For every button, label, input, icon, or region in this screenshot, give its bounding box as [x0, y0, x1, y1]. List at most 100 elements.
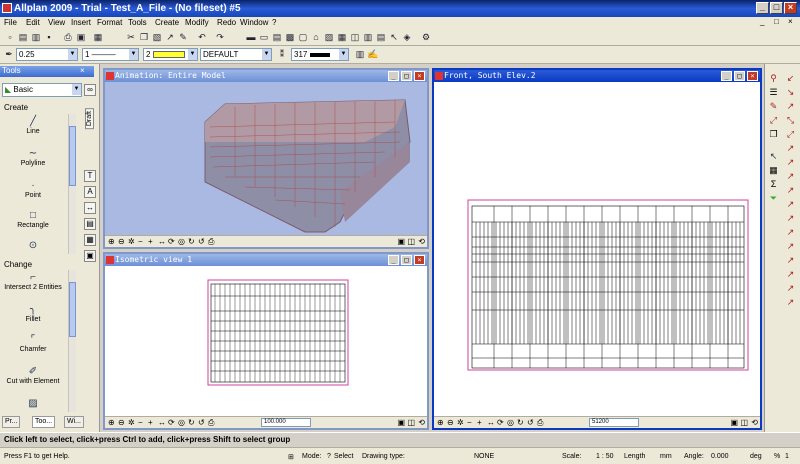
view-icon[interactable]: ▦: [336, 31, 348, 43]
zoom-icon[interactable]: ⊕: [437, 418, 444, 427]
maximize-button[interactable]: □: [770, 2, 783, 14]
tool-cut-with-element[interactable]: ✐ Cut with Element: [2, 366, 64, 385]
tool-split[interactable]: ▨: [2, 398, 64, 410]
open-file-icon[interactable]: ▤: [17, 31, 29, 43]
maximize-button[interactable]: □: [401, 71, 412, 81]
change-scrollbar[interactable]: [68, 270, 76, 412]
view-type-icon[interactable]: ▣: [397, 237, 405, 246]
format-brush-icon[interactable]: ✍: [367, 48, 379, 60]
print-preview-icon[interactable]: ▣: [75, 31, 87, 43]
line-type-select[interactable]: 1 ——— ▼: [82, 48, 139, 61]
match-props-icon[interactable]: ↗: [784, 240, 797, 253]
pan-icon[interactable]: ↔: [158, 418, 166, 427]
maximize-button[interactable]: □: [734, 71, 745, 81]
tab-tools[interactable]: Too...: [32, 416, 56, 428]
prev-view-icon[interactable]: ◎: [507, 418, 514, 427]
mirror-icon[interactable]: ⤡: [784, 114, 797, 127]
pan-icon[interactable]: ↔: [487, 418, 495, 427]
trim-icon[interactable]: ↗: [784, 170, 797, 183]
menu-edit[interactable]: Edit: [26, 18, 40, 27]
tool-point[interactable]: · Point: [2, 180, 64, 199]
save-icon[interactable]: ▪: [43, 31, 55, 43]
isometric-viewport[interactable]: [105, 266, 427, 416]
regen-icon[interactable]: ⟳: [168, 418, 175, 427]
zoom-all-icon[interactable]: ✲: [128, 237, 135, 246]
tool-line[interactable]: ╱ Line: [2, 116, 64, 135]
restore-icon[interactable]: ↗: [784, 296, 797, 309]
layer-select[interactable]: DEFAULT ▼: [200, 48, 272, 61]
menu-redo[interactable]: Redo: [217, 18, 236, 27]
tool-intersect[interactable]: ⌐ Intersect 2 Entities: [2, 272, 64, 291]
regen-icon[interactable]: ⟳: [497, 418, 504, 427]
window-tile-icon[interactable]: ▥: [362, 31, 374, 43]
close-button[interactable]: ×: [414, 71, 425, 81]
view-type-icon[interactable]: ▣: [397, 418, 405, 427]
binoculars-icon[interactable]: ∞: [84, 84, 96, 96]
scale-value[interactable]: 1 : 50: [596, 453, 614, 460]
tool-rectangle[interactable]: □ Rectangle: [2, 210, 64, 229]
properties-icon[interactable]: ▤: [271, 31, 283, 43]
zoom-window-icon[interactable]: ⊖: [118, 418, 125, 427]
animation-titlebar[interactable]: Animation: Entire Model _ □ ×: [105, 70, 427, 82]
zoom-in-icon[interactable]: +: [477, 418, 482, 427]
minimize-button[interactable]: _: [388, 255, 399, 265]
prev-view-icon[interactable]: ◎: [178, 237, 185, 246]
next-view-icon[interactable]: ↻: [188, 418, 195, 427]
palette-close-icon[interactable]: ×: [80, 66, 85, 75]
paste-icon[interactable]: ▧: [151, 31, 163, 43]
length-unit[interactable]: mm: [660, 453, 672, 460]
image-icon[interactable]: ▨: [323, 31, 335, 43]
menu-help[interactable]: ?: [272, 18, 276, 27]
drawing-type-value[interactable]: NONE: [474, 453, 494, 460]
stretch-icon[interactable]: ⤢: [767, 114, 780, 127]
create-scrollbar[interactable]: [68, 114, 76, 254]
close-button[interactable]: ×: [414, 255, 425, 265]
print-icon[interactable]: ⎙: [62, 31, 74, 43]
new-file-icon[interactable]: ▫: [4, 31, 16, 43]
plot-icon[interactable]: ▦: [92, 31, 104, 43]
explode-icon[interactable]: ↗: [784, 268, 797, 281]
zoom-window-icon[interactable]: ⊖: [447, 418, 454, 427]
module-select[interactable]: ◣ Basic ▼: [2, 83, 82, 97]
dimension-icon[interactable]: ↔: [84, 202, 96, 214]
layer-icon[interactable]: ▬: [245, 31, 257, 43]
divide-icon[interactable]: ↗: [784, 212, 797, 225]
scrollbar-thumb[interactable]: [69, 126, 76, 186]
front-titlebar[interactable]: Front, South Elev.2 _ □ ×: [434, 70, 760, 82]
convert-icon[interactable]: ↗: [784, 254, 797, 267]
pointer-icon[interactable]: ↖: [388, 31, 400, 43]
zoom-value-field[interactable]: 100.000: [261, 418, 311, 427]
cube-icon[interactable]: ◈: [401, 31, 413, 43]
grid-icon[interactable]: ▦: [767, 164, 780, 177]
tool-fillet[interactable]: ╮ Fillet: [2, 304, 64, 323]
extend-icon[interactable]: ↗: [784, 156, 797, 169]
zoom-icon[interactable]: ⊕: [108, 237, 115, 246]
menu-modify[interactable]: Modify: [185, 18, 209, 27]
select-arrow-icon[interactable]: ↖: [767, 150, 780, 163]
menu-insert[interactable]: Insert: [71, 18, 91, 27]
mdi-close-button[interactable]: ×: [788, 17, 793, 26]
copy-icon[interactable]: ❐: [138, 31, 150, 43]
angle-unit[interactable]: deg: [750, 453, 762, 460]
text-tool-icon[interactable]: T: [84, 170, 96, 182]
regen-icon[interactable]: ⟳: [168, 237, 175, 246]
menu-view[interactable]: View: [48, 18, 65, 27]
close-button[interactable]: ×: [784, 2, 797, 14]
refresh-icon[interactable]: ⟲: [751, 418, 758, 427]
tab-project[interactable]: Pr...: [2, 416, 21, 428]
zoom-out-icon[interactable]: −: [138, 418, 143, 427]
measure-icon[interactable]: ↗: [784, 226, 797, 239]
zoom-in-icon[interactable]: +: [148, 237, 153, 246]
menu-tools[interactable]: Tools: [128, 18, 147, 27]
isometric-titlebar[interactable]: Isometric view 1 _ □ ×: [105, 254, 427, 266]
list-icon[interactable]: ☰: [767, 86, 780, 99]
pen-thickness-select[interactable]: 0.25 ▼: [16, 48, 78, 61]
match-icon[interactable]: ↗: [164, 31, 176, 43]
pen-icon[interactable]: ✒: [3, 48, 15, 60]
color-select[interactable]: 2 ▼: [143, 48, 198, 61]
menu-create[interactable]: Create: [155, 18, 179, 27]
rotate-entity-icon[interactable]: ↗: [784, 100, 797, 113]
minimize-button[interactable]: _: [388, 71, 399, 81]
tool-circle[interactable]: ⊙: [2, 240, 64, 252]
pattern-fill-icon[interactable]: ▥: [354, 48, 366, 60]
